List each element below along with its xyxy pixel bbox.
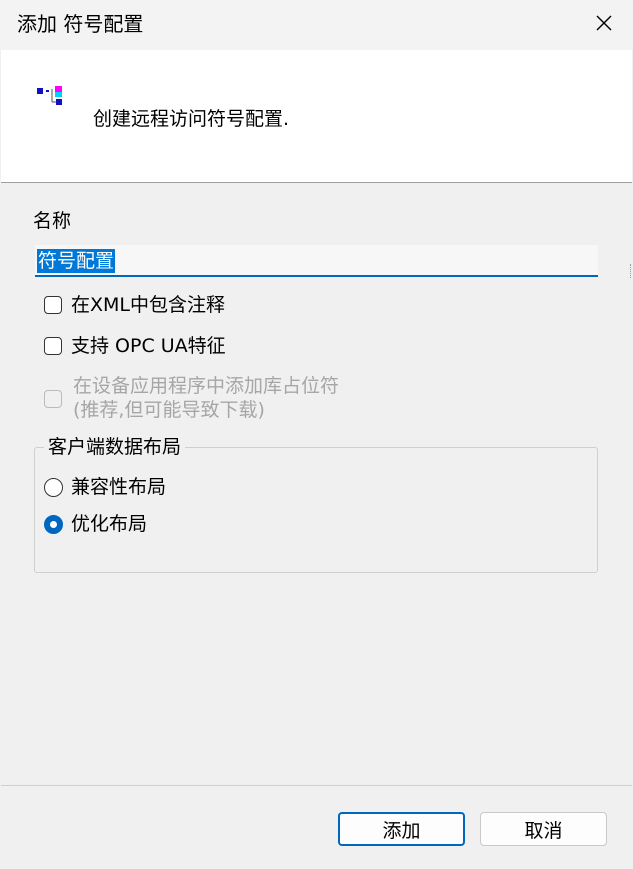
name-input[interactable]	[35, 245, 598, 277]
client-data-layout-legend: 客户端数据布局	[44, 434, 186, 460]
close-button[interactable]	[591, 10, 617, 36]
add-library-placeholder-label-line1: 在设备应用程序中添加库占位符	[73, 375, 340, 397]
client-data-layout-group	[34, 447, 598, 573]
support-opc-ua-checkbox[interactable]: 支持 OPC UA特征	[44, 333, 226, 359]
support-opc-ua-label: 支持 OPC UA特征	[71, 335, 226, 357]
optimized-layout-radio[interactable]: 优化布局	[44, 511, 147, 537]
symbol-config-icon	[37, 86, 62, 105]
add-symbol-config-dialog: 添加 符号配置 创建远程访问符号配置. 名称 符号配置 在XML中包含注释 支持…	[0, 0, 633, 869]
close-icon	[596, 15, 612, 31]
radio-circle	[44, 477, 63, 497]
title-bar: 添加 符号配置	[0, 0, 633, 50]
compatibility-layout-radio[interactable]: 兼容性布局	[44, 474, 166, 500]
add-library-placeholder-label: 在设备应用程序中添加库占位符 (推荐,但可能导致下载)	[73, 374, 339, 422]
cancel-button[interactable]: 取消	[480, 812, 607, 846]
dialog-title: 添加 符号配置	[17, 12, 144, 36]
checkbox-box	[44, 296, 62, 314]
optimized-layout-label: 优化布局	[71, 513, 148, 535]
add-button[interactable]: 添加	[338, 812, 465, 846]
name-input-value: 符号配置	[37, 249, 116, 273]
checkbox-box	[44, 390, 62, 408]
radio-circle-selected	[44, 514, 63, 534]
header-description: 创建远程访问符号配置.	[93, 108, 290, 130]
checkbox-box	[44, 337, 62, 355]
dialog-header: 创建远程访问符号配置.	[1, 50, 632, 183]
add-library-placeholder-checkbox	[44, 386, 71, 412]
add-library-placeholder-label-line2: (推荐,但可能导致下载)	[73, 399, 265, 421]
include-comments-xml-checkbox[interactable]: 在XML中包含注释	[44, 292, 225, 318]
name-label: 名称	[33, 210, 72, 232]
compatibility-layout-label: 兼容性布局	[71, 476, 167, 498]
include-comments-xml-label: 在XML中包含注释	[71, 294, 225, 316]
footer-separator	[1, 785, 632, 786]
